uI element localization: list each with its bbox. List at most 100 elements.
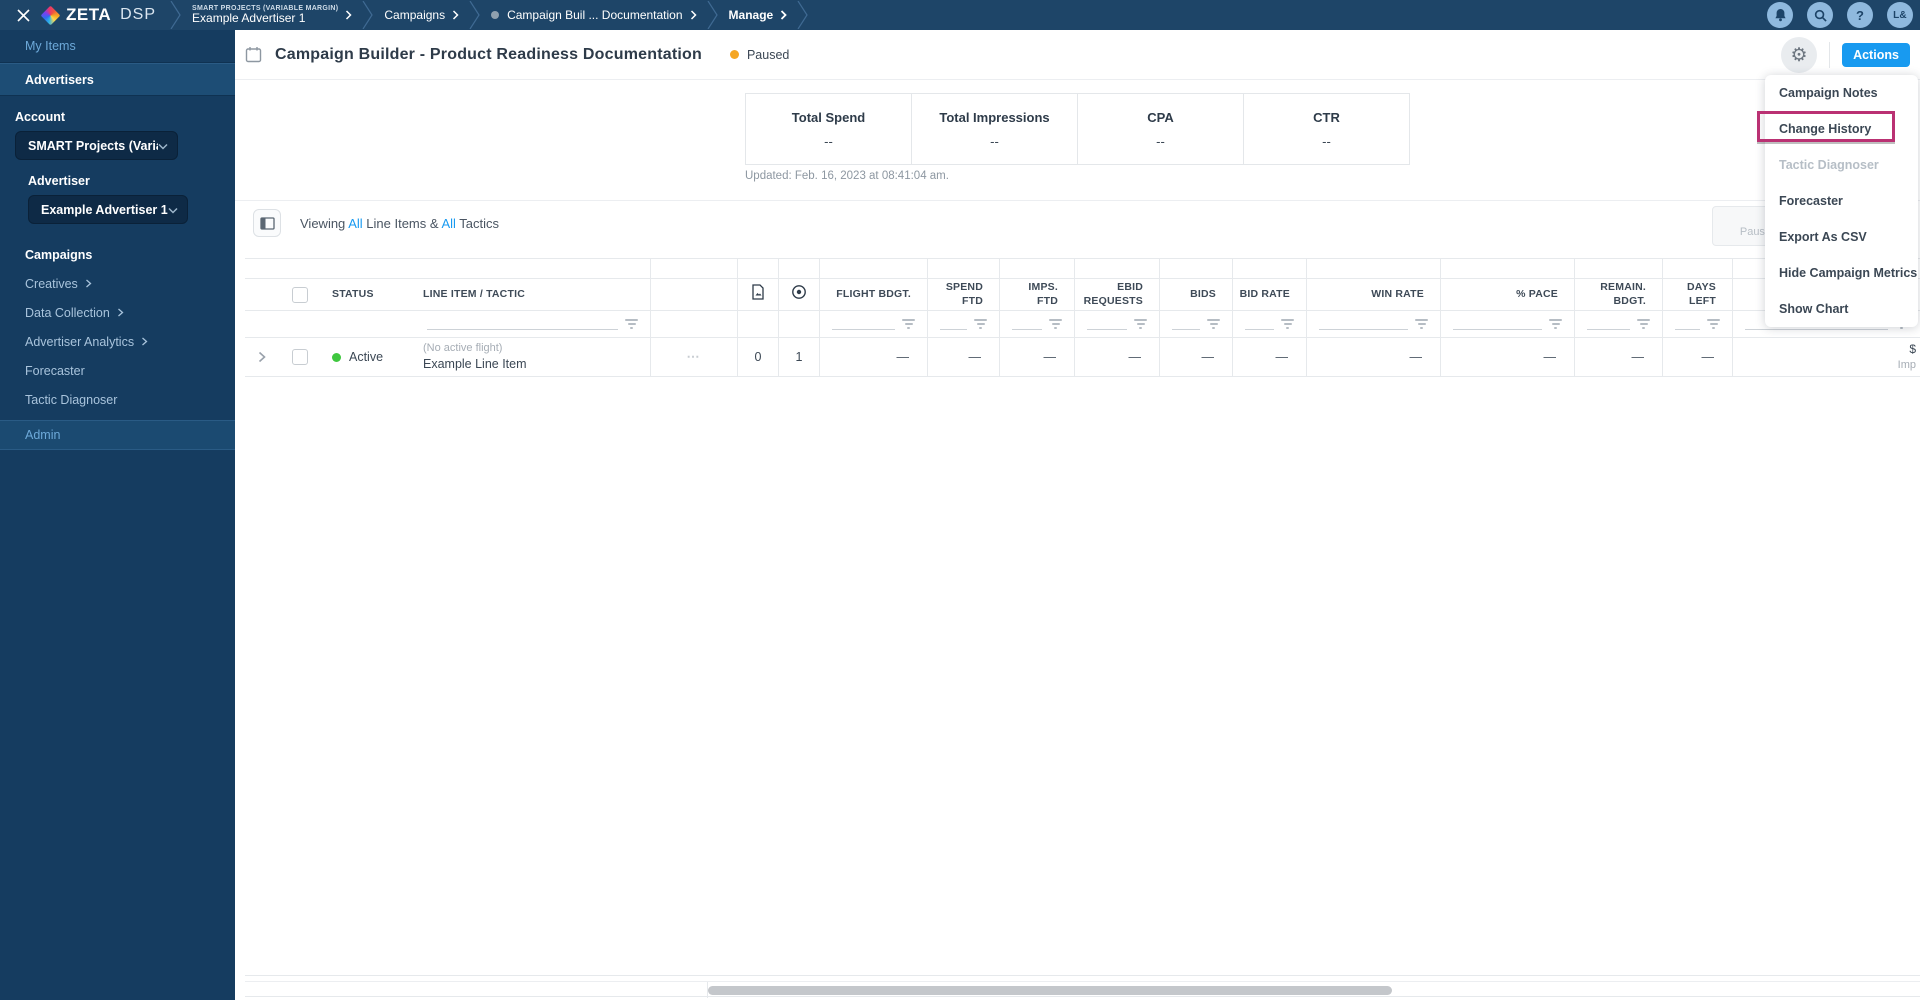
column-header[interactable]: SPEND FTD xyxy=(928,279,999,311)
horizontal-scrollbar-thumb[interactable] xyxy=(708,986,1392,995)
filter-input[interactable] xyxy=(1245,329,1274,330)
menu-item-show-chart[interactable]: Show Chart xyxy=(1765,291,1918,327)
filter-input[interactable] xyxy=(940,329,967,330)
column-filter[interactable] xyxy=(1160,311,1232,338)
advertiser-select-value: Example Advertiser 1 xyxy=(41,202,168,217)
column-header[interactable]: BIDS xyxy=(1160,279,1232,311)
filter-icon[interactable] xyxy=(1049,319,1062,330)
column-header[interactable]: IMPS. FTD xyxy=(1000,279,1074,311)
breadcrumb-campaign[interactable]: Campaign Buil ... Documentation xyxy=(481,8,706,22)
breadcrumb-advertiser[interactable]: SMART PROJECTS (VARIABLE MARGIN) Example… xyxy=(182,5,362,26)
filter-input[interactable] xyxy=(1319,329,1408,330)
column-filter[interactable] xyxy=(928,311,999,338)
menu-item-hide-campaign-metrics[interactable]: Hide Campaign Metrics xyxy=(1765,255,1918,291)
search-icon[interactable] xyxy=(1807,2,1833,28)
column-header[interactable]: WIN RATE xyxy=(1307,279,1440,311)
zeta-dsp-logo[interactable]: ZETA DSP xyxy=(40,5,157,25)
filter-input[interactable] xyxy=(1745,329,1888,330)
breadcrumb-separator xyxy=(362,1,374,29)
breadcrumb-campaigns[interactable]: Campaigns xyxy=(374,8,469,22)
line-item-cell[interactable]: (No active flight) Example Line Item xyxy=(415,338,650,377)
all-tactics-link[interactable]: All xyxy=(441,216,455,231)
filter-icon[interactable] xyxy=(1281,319,1294,330)
advertiser-select[interactable]: Example Advertiser 1 xyxy=(28,195,188,224)
filter-input[interactable] xyxy=(1012,329,1042,330)
filter-input[interactable] xyxy=(427,329,618,330)
table-toolbar: Viewing All Line Items & All Tactics Pau… xyxy=(235,200,1920,257)
column-filter[interactable] xyxy=(820,311,927,338)
sidebar-item-my-items[interactable]: My Items xyxy=(0,30,235,63)
column-layout-icon[interactable] xyxy=(253,209,281,237)
menu-item-forecaster[interactable]: Forecaster xyxy=(1765,183,1918,219)
filter-icon[interactable] xyxy=(1134,319,1147,330)
menu-item-export-as-csv[interactable]: Export As CSV xyxy=(1765,219,1918,255)
column-status: STATUS Active xyxy=(322,259,415,377)
column-filter[interactable] xyxy=(1000,311,1074,338)
account-label: Account xyxy=(15,110,65,124)
line-item-filter[interactable] xyxy=(415,311,650,338)
menu-item-campaign-notes[interactable]: Campaign Notes xyxy=(1765,75,1918,111)
filter-input[interactable] xyxy=(1087,329,1127,330)
logo-dsp-text: DSP xyxy=(120,6,157,23)
filter-input[interactable] xyxy=(1675,329,1700,330)
column-header[interactable]: EBID REQUESTS xyxy=(1075,279,1159,311)
sidebar: My Items Advertisers Account SMART Proje… xyxy=(0,30,235,1000)
filter-input[interactable] xyxy=(1172,329,1200,330)
filter-icon[interactable] xyxy=(1207,319,1220,330)
expand-row-icon[interactable] xyxy=(258,351,266,363)
advertiser-label: Advertiser xyxy=(28,174,90,188)
account-select[interactable]: SMART Projects (Variable M xyxy=(15,131,178,160)
filter-input[interactable] xyxy=(832,329,895,330)
menu-item-change-history[interactable]: Change History xyxy=(1765,111,1918,147)
row-checkbox[interactable] xyxy=(292,349,308,365)
column-header[interactable]: DAYS LEFT xyxy=(1663,279,1732,311)
gear-icon[interactable]: ⚙ xyxy=(1781,37,1817,73)
column-header[interactable]: FLIGHT BDGT. xyxy=(820,279,927,311)
row-more-menu-icon[interactable]: ⋯ xyxy=(687,349,702,365)
sidebar-item-data-collection[interactable]: Data Collection xyxy=(0,298,235,327)
sidebar-item-creatives[interactable]: Creatives xyxy=(0,269,235,298)
column-filter[interactable] xyxy=(1441,311,1574,338)
campaign-header: Campaign Builder - Product Readiness Doc… xyxy=(235,30,1920,80)
breadcrumb-manage[interactable]: Manage xyxy=(719,8,798,22)
user-avatar[interactable]: L& xyxy=(1887,2,1913,28)
column-filter[interactable] xyxy=(1307,311,1440,338)
sidebar-item-campaigns[interactable]: Campaigns xyxy=(0,240,235,269)
filter-icon[interactable] xyxy=(1415,319,1428,330)
status-column-header[interactable]: STATUS xyxy=(322,279,415,311)
sidebar-item-admin[interactable]: Admin xyxy=(0,420,235,450)
metric-cell: — xyxy=(820,338,927,377)
close-icon[interactable] xyxy=(6,0,40,30)
column-header[interactable]: % PACE xyxy=(1441,279,1574,311)
filter-icon[interactable] xyxy=(625,319,638,330)
column-filter[interactable] xyxy=(1075,311,1159,338)
all-line-items-link[interactable]: All xyxy=(348,216,362,231)
column-filter[interactable] xyxy=(1233,311,1306,338)
column-header[interactable]: REMAIN. BDGT. xyxy=(1575,279,1662,311)
metric-cell: — xyxy=(1233,338,1306,377)
select-all-checkbox[interactable] xyxy=(292,286,308,303)
filter-input[interactable] xyxy=(1453,329,1542,330)
filter-icon[interactable] xyxy=(1707,319,1720,330)
filter-input[interactable] xyxy=(1587,329,1630,330)
horizontal-scrollbar xyxy=(245,981,1920,998)
column-filter[interactable] xyxy=(1663,311,1732,338)
column-filter[interactable] xyxy=(1575,311,1662,338)
help-icon[interactable]: ? xyxy=(1847,2,1873,28)
filter-icon[interactable] xyxy=(1549,319,1562,330)
sidebar-item-advertisers[interactable]: Advertisers xyxy=(0,63,235,96)
main-content: Campaign Builder - Product Readiness Doc… xyxy=(235,30,1920,1000)
notifications-bell-icon[interactable] xyxy=(1767,2,1793,28)
sidebar-item-advertiser-analytics[interactable]: Advertiser Analytics xyxy=(0,327,235,356)
sidebar-item-tactic-diagnoser[interactable]: Tactic Diagnoser xyxy=(0,385,235,414)
column-header[interactable]: BID RATE xyxy=(1233,279,1306,311)
filter-icon[interactable] xyxy=(974,319,987,330)
chevron-right-icon xyxy=(117,306,124,320)
filter-icon[interactable] xyxy=(902,319,915,330)
line-item-column-header[interactable]: LINE ITEM / TACTIC xyxy=(415,279,650,311)
sidebar-item-forecaster[interactable]: Forecaster xyxy=(0,356,235,385)
chevron-right-icon xyxy=(141,335,148,349)
metric-columns: FLIGHT BDGT. — SPEND FTD — IMPS. FTD — EBID RE… xyxy=(820,259,1733,377)
actions-button[interactable]: Actions xyxy=(1842,43,1910,67)
filter-icon[interactable] xyxy=(1637,319,1650,330)
